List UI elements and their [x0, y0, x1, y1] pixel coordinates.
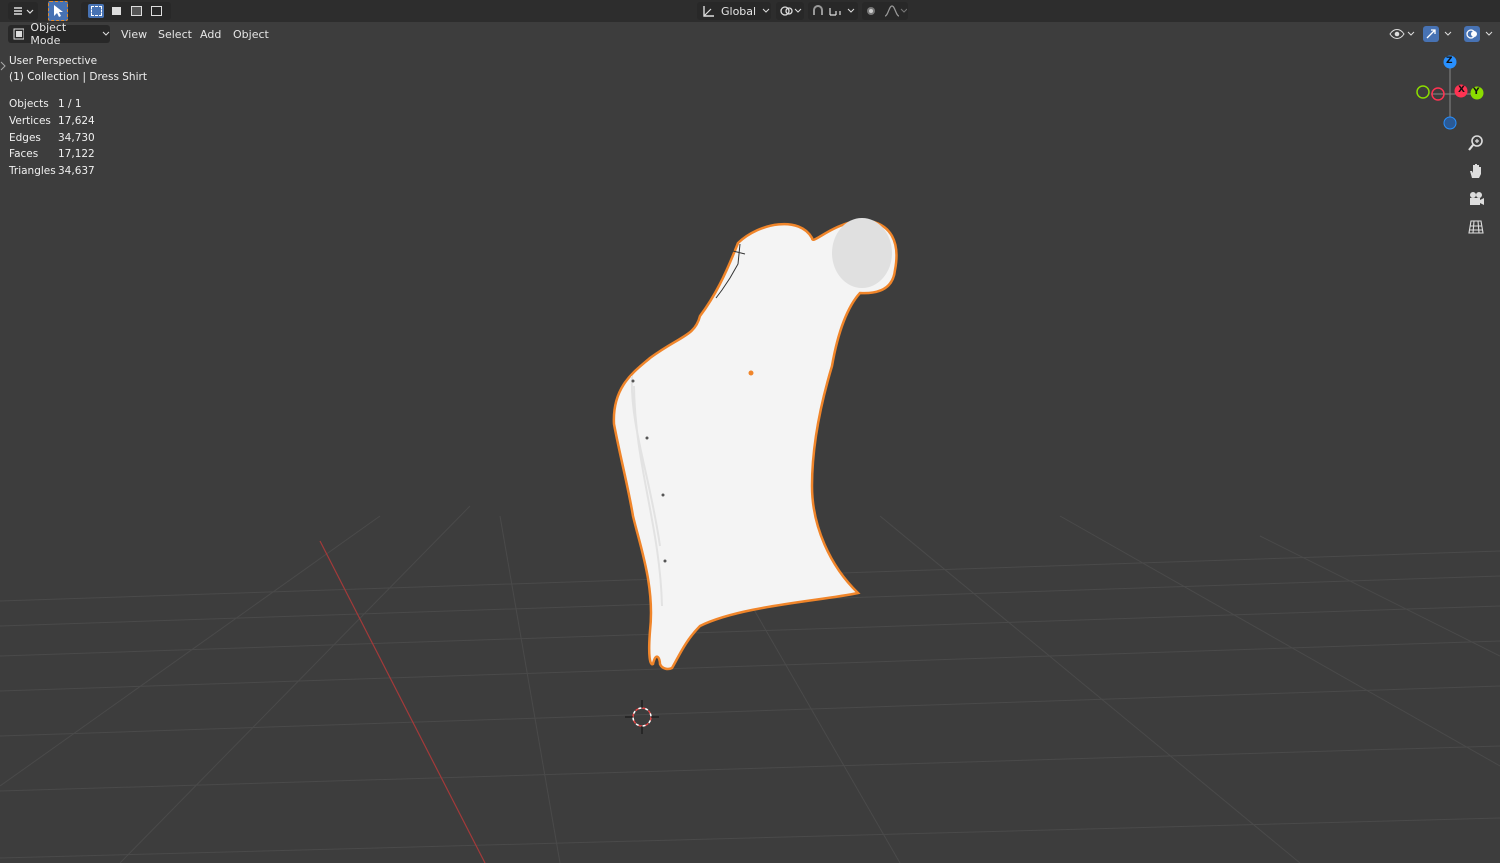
viewport-perspective-label: User Perspective — [9, 55, 98, 67]
scene-canvas — [0, 218, 1500, 863]
menu-add[interactable]: Add — [196, 26, 225, 42]
select-box-icon — [54, 5, 63, 17]
chevron-down-icon — [1485, 31, 1493, 36]
snap-button[interactable] — [808, 2, 858, 20]
visibility-button[interactable] — [1387, 25, 1417, 43]
proportional-edit-button[interactable] — [862, 2, 908, 20]
3d-viewport[interactable]: User Perspective (1) Collection | Dress … — [0, 46, 1500, 863]
gizmo-neg-y[interactable] — [1416, 85, 1430, 99]
pivot-icon — [780, 6, 802, 16]
transform-orientation-dropdown[interactable]: Global — [697, 2, 771, 20]
editor-type-icon — [14, 7, 34, 15]
shirt-mesh — [612, 218, 898, 671]
camera-icon — [1470, 192, 1484, 205]
zoom-icon — [1468, 135, 1483, 151]
eye-icon — [1389, 29, 1415, 39]
stats-triangles: Triangles 34,637 — [9, 165, 95, 177]
gizmo-x-label: X — [1458, 85, 1465, 95]
menu-view[interactable]: View — [117, 26, 151, 42]
mode-new-icon[interactable] — [88, 4, 104, 18]
viewport-collection-label: (1) Collection | Dress Shirt — [9, 71, 147, 83]
chevron-down-icon — [1444, 31, 1452, 36]
object-mode-icon — [13, 28, 25, 40]
ortho-toggle-button[interactable] — [1464, 215, 1488, 239]
stats-faces: Faces 17,122 — [9, 148, 95, 160]
stats-edges: Edges 34,730 — [9, 132, 95, 144]
camera-view-button[interactable] — [1464, 187, 1488, 211]
orientation-icon — [703, 6, 714, 17]
chevron-down-icon — [762, 8, 770, 13]
pan-button[interactable] — [1464, 159, 1488, 183]
gizmo-icon — [1423, 26, 1439, 42]
navigation-gizmo[interactable]: Z Y X — [1408, 52, 1500, 136]
select-tool-button[interactable] — [48, 1, 68, 21]
overlays-icon — [1464, 26, 1480, 42]
gizmo-neg-z[interactable] — [1443, 116, 1457, 130]
sleeve-opening — [832, 218, 892, 288]
editor-type-button[interactable] — [8, 2, 38, 20]
pan-hand-icon — [1470, 164, 1481, 178]
mode-intersect-icon[interactable] — [148, 4, 164, 18]
sidebar-expand-icon[interactable] — [0, 61, 6, 71]
menu-select[interactable]: Select — [154, 26, 196, 42]
grid-view-icon — [1468, 220, 1484, 234]
proportional-edit-icon — [867, 5, 907, 17]
tool-header: Global — [0, 0, 1500, 22]
mode-label: Object Mode — [30, 21, 67, 47]
mode-dropdown[interactable]: Object Mode — [8, 21, 110, 47]
stats-objects: Objects 1 / 1 — [9, 98, 82, 110]
gizmo-y-label: Y — [1473, 87, 1480, 97]
menu-object[interactable]: Object — [229, 26, 273, 42]
gizmo-toggle-button[interactable] — [1421, 25, 1457, 43]
pivot-point-button[interactable] — [776, 2, 804, 20]
viewport-header: Object Mode View Select Add Object — [0, 21, 1500, 47]
snap-magnet-icon — [813, 5, 855, 16]
dress-shirt-object[interactable] — [612, 218, 898, 671]
zoom-button[interactable] — [1464, 131, 1488, 155]
mode-subtract-icon[interactable] — [128, 4, 144, 18]
selection-mode-group — [81, 2, 171, 20]
3d-cursor-icon[interactable] — [625, 700, 659, 734]
transform-orientation-label: Global — [721, 4, 757, 18]
x-axis-line — [319, 540, 486, 863]
mode-extend-icon[interactable] — [108, 4, 124, 18]
gizmo-z-label: Z — [1446, 56, 1453, 66]
chevron-down-icon — [103, 31, 110, 36]
overlays-toggle-button[interactable] — [1462, 25, 1498, 43]
stats-vertices: Vertices 17,624 — [9, 115, 95, 127]
object-origin — [748, 370, 754, 376]
